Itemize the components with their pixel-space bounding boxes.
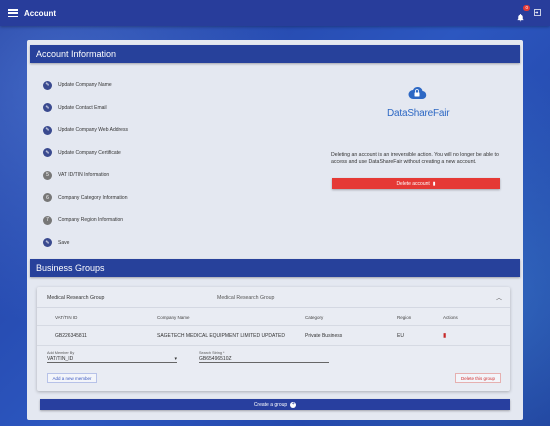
notification-badge: 0 xyxy=(523,4,530,11)
hamburger-menu-icon[interactable] xyxy=(8,9,18,17)
category-cell: Private Business xyxy=(305,332,343,339)
edit-icon: ✎ xyxy=(43,80,52,90)
step-label: Save xyxy=(58,239,70,246)
step-update-company-certificate[interactable]: ✎ Update Company Certificate xyxy=(43,142,128,165)
edit-icon: ✎ xyxy=(43,125,52,135)
column-header: Actions xyxy=(443,314,458,320)
account-information-header: Account Information xyxy=(30,45,520,63)
datasharefair-logo: DataShareFair xyxy=(387,84,450,119)
step-number: 6 xyxy=(43,193,52,203)
divider xyxy=(37,307,510,308)
step-update-contact-email[interactable]: ✎ Update Contact Email xyxy=(43,97,128,120)
account-steps: ✎ Update Company Name ✎ Update Contact E… xyxy=(43,74,128,254)
region-cell: EU xyxy=(397,332,404,339)
app-title: Account xyxy=(24,8,56,18)
step-label: Company Category Information xyxy=(58,194,128,201)
company-cell: SAGETECH MEDICAL EQUIPMENT LIMITED UPDAT… xyxy=(157,332,285,339)
column-header: Company Name xyxy=(157,314,190,320)
add-circle-icon: + xyxy=(290,401,297,408)
business-groups-header: Business Groups xyxy=(30,259,520,277)
group-description: Medical Research Group xyxy=(217,295,275,301)
table-header-row: VAT/TIN ID Company Name Category Region … xyxy=(37,309,510,326)
select-value: VAT/TIN_ID xyxy=(47,355,74,362)
step-label: Company Region Information xyxy=(58,217,124,224)
group-name: Medical Research Group xyxy=(47,295,105,301)
group-card: Medical Research Group Medical Research … xyxy=(37,287,510,391)
step-label: Update Company Web Address xyxy=(58,127,128,134)
delete-account-button[interactable]: Delete account ▮ xyxy=(332,178,500,189)
create-group-button[interactable]: Create a group + xyxy=(40,399,510,410)
logo-text: DataShareFair xyxy=(387,108,450,119)
step-label: Update Contact Email xyxy=(58,104,107,111)
delete-account-label: Delete account xyxy=(396,180,430,187)
delete-account-warning: Deleting an account is an irreversible a… xyxy=(331,152,499,165)
input-value: GB65496510Z xyxy=(199,355,232,362)
step-company-region[interactable]: 7 Company Region Information xyxy=(43,209,128,232)
add-member-button[interactable]: Add a new member xyxy=(47,373,97,383)
column-header: Category xyxy=(305,314,324,320)
top-app-bar: Account 0 xyxy=(0,0,550,26)
members-table: VAT/TIN ID Company Name Category Region … xyxy=(37,309,510,346)
step-number: 7 xyxy=(43,215,52,225)
column-header: Region xyxy=(397,314,412,320)
search-string-input[interactable]: Search String * GB65496510Z xyxy=(199,351,329,363)
step-vat-tin-information[interactable]: 5 VAT ID/TIN Information xyxy=(43,164,128,187)
trash-icon: ▮ xyxy=(432,180,436,187)
step-update-web-address[interactable]: ✎ Update Company Web Address xyxy=(43,119,128,142)
step-label: Update Company Name xyxy=(58,82,112,89)
delete-group-button[interactable]: Delete this group xyxy=(455,373,501,383)
chevron-up-icon[interactable]: ︿ xyxy=(496,293,502,302)
step-company-category[interactable]: 6 Company Category Information xyxy=(43,187,128,210)
step-label: VAT ID/TIN Information xyxy=(58,172,110,179)
create-group-label: Create a group xyxy=(253,401,288,408)
cloud-lock-icon xyxy=(408,86,427,100)
edit-icon: ✎ xyxy=(43,148,52,158)
delete-member-icon[interactable]: ▮ xyxy=(443,333,446,339)
edit-icon: ✎ xyxy=(43,238,52,248)
logout-icon[interactable] xyxy=(533,4,542,22)
vat-cell: GB226345811 xyxy=(55,332,87,339)
table-row: GB226345811 SAGETECH MEDICAL EQUIPMENT L… xyxy=(37,326,510,346)
step-save[interactable]: ✎ Save xyxy=(43,232,128,255)
step-label: Update Company Certificate xyxy=(58,149,121,156)
notification-bell-icon[interactable]: 0 xyxy=(516,4,530,21)
account-container: Account Information ✎ Update Company Nam… xyxy=(27,40,523,420)
step-update-company-name[interactable]: ✎ Update Company Name xyxy=(43,74,128,97)
column-header: VAT/TIN ID xyxy=(55,314,78,320)
caret-down-icon: ▾ xyxy=(174,355,177,362)
add-member-by-select[interactable]: Add Member By VAT/TIN_ID ▾ xyxy=(47,351,177,363)
step-number: 5 xyxy=(43,170,52,180)
edit-icon: ✎ xyxy=(43,103,52,113)
